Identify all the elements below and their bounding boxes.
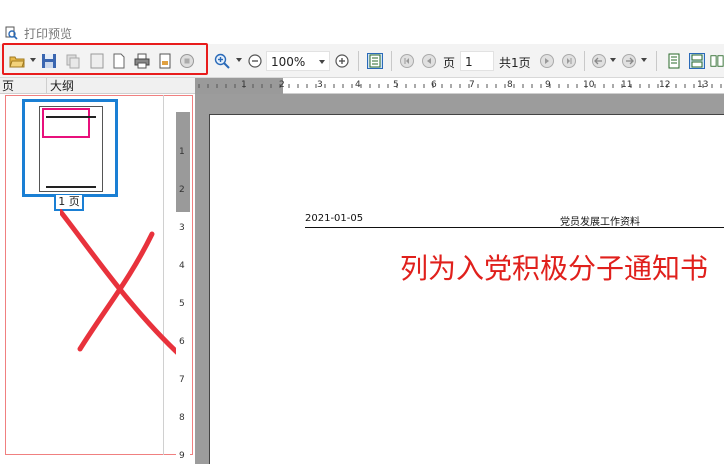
page-thumbnail[interactable] xyxy=(22,99,118,197)
horizontal-ruler: 1 2 3 4 5 6 7 8 9 10 11 12 13 xyxy=(195,78,724,94)
forward-arrow-icon xyxy=(622,54,636,68)
single-page-icon xyxy=(668,53,680,69)
plus-circle-icon xyxy=(335,54,349,68)
forward-dropdown-arrow[interactable] xyxy=(641,58,647,62)
toolbar-separator xyxy=(358,51,359,71)
title-bar: 打印预览 xyxy=(0,0,724,44)
zoom-value: 100% xyxy=(271,55,306,69)
thumbnail-caption: 1 页 xyxy=(54,195,84,211)
header-title: 党员发展工作资料 xyxy=(560,217,640,228)
ruler-number: 12 xyxy=(659,80,671,90)
document-page: 2021-01-05 党员发展工作资料 列为入党积极分子通知书 xyxy=(209,114,724,464)
ruler-number: 8 xyxy=(507,80,513,90)
zoom-plus-button[interactable] xyxy=(333,52,351,70)
thumbnail-panel-icon xyxy=(367,53,383,69)
page-number-input[interactable]: 1 xyxy=(460,51,494,71)
multi-page-view-button[interactable] xyxy=(710,52,724,70)
vertical-ruler: 1 2 3 4 5 6 7 8 9 xyxy=(176,112,190,464)
previous-page-button[interactable] xyxy=(420,52,438,70)
ruler-number: 3 xyxy=(317,80,323,90)
ruler-number: 5 xyxy=(179,299,185,309)
thumbnail-viewport-box xyxy=(42,108,90,138)
ruler-number: 6 xyxy=(431,80,437,90)
multi-page-icon xyxy=(710,55,724,67)
document-view[interactable]: 2021-01-05 党员发展工作资料 列为入党积极分子通知书 xyxy=(195,94,724,464)
chevron-down-icon xyxy=(319,60,325,64)
single-page-view-button[interactable] xyxy=(665,52,683,70)
back-button[interactable] xyxy=(590,52,608,70)
ruler-number: 4 xyxy=(179,261,185,271)
horizontal-ruler-ticks xyxy=(195,78,722,94)
toolbar-separator xyxy=(656,51,657,71)
two-page-view-button[interactable] xyxy=(688,52,706,70)
chevron-left-icon xyxy=(422,54,436,68)
last-page-button[interactable] xyxy=(560,52,578,70)
vertical-ruler-margin xyxy=(176,112,190,212)
ruler-number: 3 xyxy=(179,223,185,233)
ruler-number: 1 xyxy=(179,147,185,157)
tab-divider xyxy=(46,78,47,94)
zoom-out-button[interactable] xyxy=(246,52,264,70)
two-page-icon xyxy=(689,53,705,69)
thumbnail-header-line xyxy=(46,116,96,118)
header-date: 2021-01-05 xyxy=(305,213,364,224)
toolbar-separator xyxy=(391,51,392,71)
ruler-number: 6 xyxy=(179,337,185,347)
ruler-number: 5 xyxy=(393,80,399,90)
ruler-number: 13 xyxy=(697,80,709,90)
ruler-number: 10 xyxy=(583,80,595,90)
thumbnail-page xyxy=(39,106,103,192)
minus-circle-icon xyxy=(248,54,262,68)
back-arrow-icon xyxy=(592,54,606,68)
zoom-select[interactable]: 100% xyxy=(266,51,330,71)
panel-tabs: 页 大纲 xyxy=(0,78,195,94)
forward-button[interactable] xyxy=(620,52,638,70)
thumbnail-panel: 1 页 xyxy=(0,94,195,464)
ruler-number: 9 xyxy=(545,80,551,90)
back-dropdown-arrow[interactable] xyxy=(610,58,616,62)
total-pages-label: 共1页 xyxy=(499,56,531,70)
chevron-right-icon xyxy=(540,54,554,68)
first-page-icon xyxy=(400,54,414,68)
ruler-number: 7 xyxy=(469,80,475,90)
tab-pages[interactable]: 页 xyxy=(2,79,14,93)
next-page-button[interactable] xyxy=(538,52,556,70)
page-label: 页 xyxy=(443,56,456,70)
print-preview-icon xyxy=(5,26,18,40)
ruler-number: 9 xyxy=(179,451,185,461)
toolbar-separator xyxy=(584,51,585,71)
magnifier-plus-icon xyxy=(214,53,230,69)
ruler-number: 1 xyxy=(241,80,247,90)
ruler-number: 2 xyxy=(279,80,285,90)
ruler-number: 4 xyxy=(355,80,361,90)
ruler-number: 7 xyxy=(179,375,185,385)
zoom-dropdown-arrow[interactable] xyxy=(236,58,242,62)
ruler-number: 8 xyxy=(179,413,185,423)
thumbnail-footer-line xyxy=(46,186,96,188)
last-page-icon xyxy=(562,54,576,68)
highlight-annotation-box xyxy=(2,43,208,75)
header-rule xyxy=(305,227,724,228)
window-title: 打印预览 xyxy=(24,27,73,41)
ruler-number: 2 xyxy=(179,185,185,195)
first-page-button[interactable] xyxy=(398,52,416,70)
thumbnail-toggle-button[interactable] xyxy=(366,52,384,70)
ruler-number: 11 xyxy=(621,80,633,90)
zoom-in-button[interactable] xyxy=(213,52,231,70)
document-heading: 列为入党积极分子通知书 xyxy=(400,252,709,285)
print-preview-window: 打印预览 100% 页 1 共1页 页 大纲 1 2 3 4 5 6 7 8 9… xyxy=(0,0,724,464)
tab-outline[interactable]: 大纲 xyxy=(50,79,74,93)
panel-scrollbar[interactable] xyxy=(163,95,164,455)
